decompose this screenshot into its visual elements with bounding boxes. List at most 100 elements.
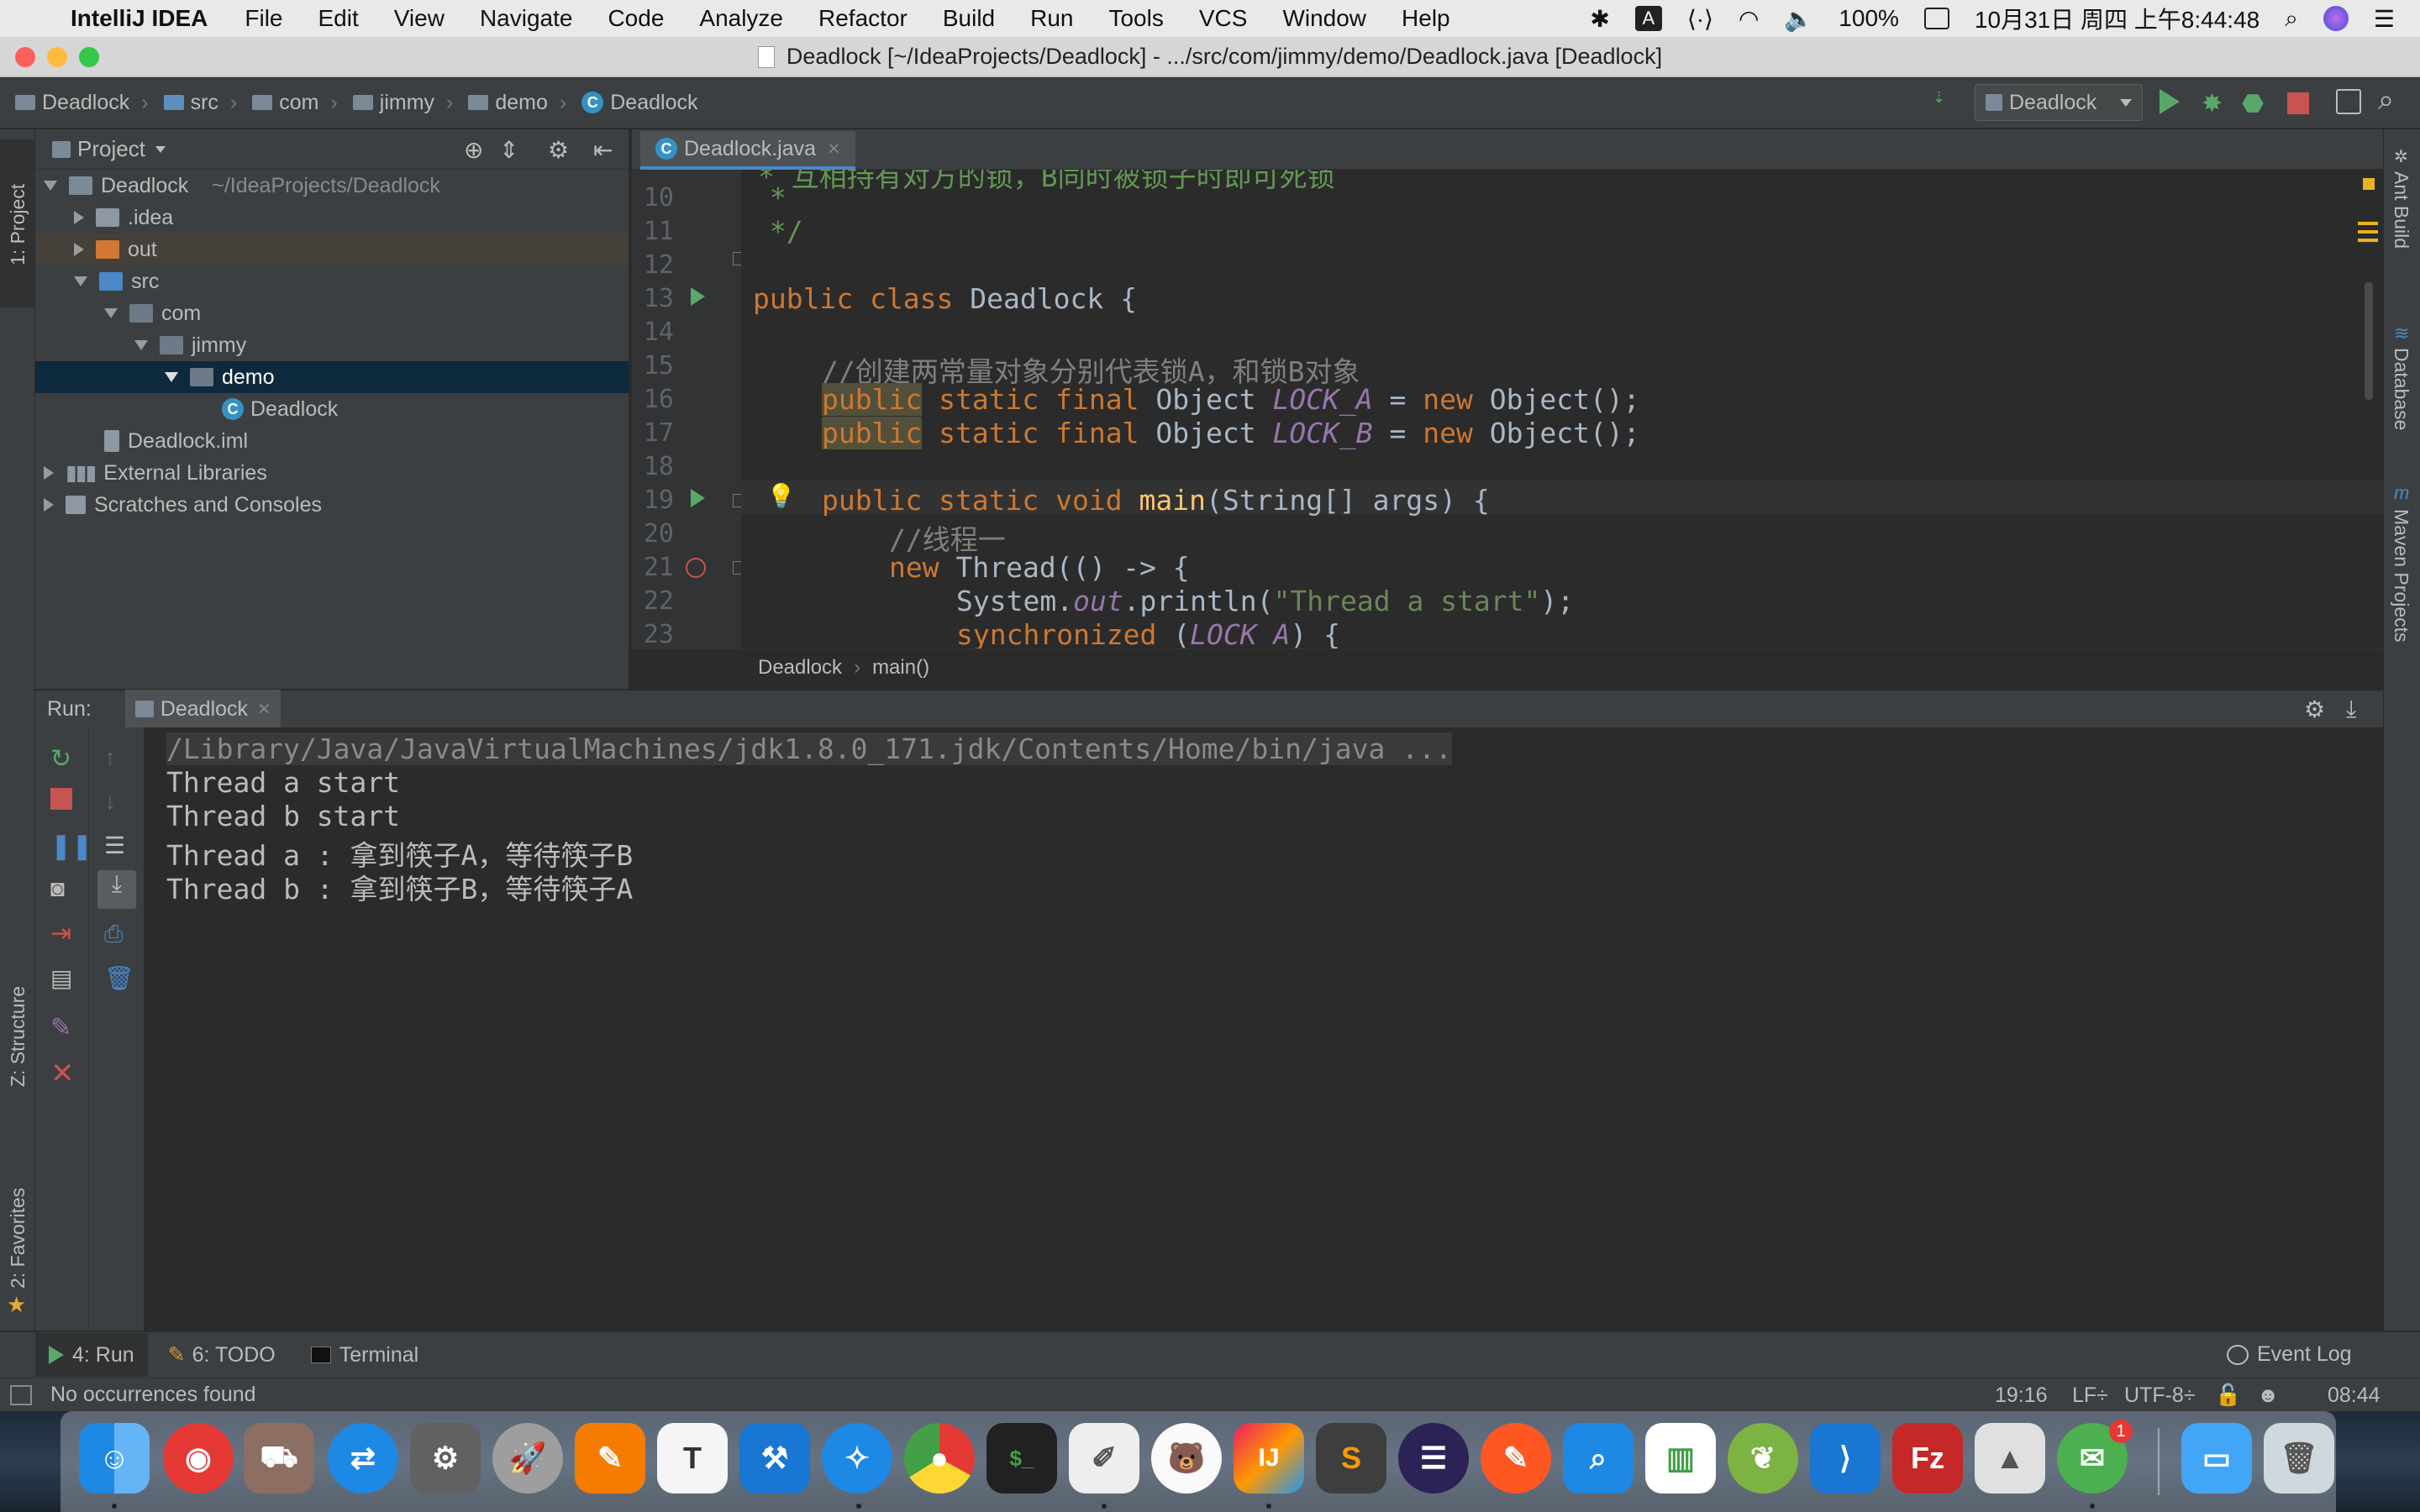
breadcrumb-class[interactable]: Deadlock xyxy=(758,656,842,680)
terminal-tool-tab[interactable]: Terminal xyxy=(310,1343,418,1368)
tree-item-com[interactable]: com xyxy=(35,297,629,329)
search-app-icon[interactable]: ⌕ xyxy=(1563,1423,1634,1494)
menu-view[interactable]: View xyxy=(394,5,445,32)
transmit-icon[interactable]: ⛟ xyxy=(244,1423,314,1494)
tree-item-out[interactable]: out xyxy=(35,234,629,265)
chevron-down-icon[interactable] xyxy=(155,145,166,153)
menu-navigate[interactable]: Navigate xyxy=(480,5,573,32)
project-view-selector[interactable]: Project xyxy=(77,136,145,162)
tree-item-deadlock-class[interactable]: C Deadlock xyxy=(35,393,629,425)
battery-percent[interactable]: 100% xyxy=(1839,5,1899,32)
menu-analyze[interactable]: Analyze xyxy=(699,5,783,32)
notification-center-icon[interactable]: ☰ xyxy=(2374,5,2395,33)
nav-crumb-com[interactable]: com › xyxy=(252,91,338,115)
menu-vcs[interactable]: VCS xyxy=(1199,5,1248,32)
tool-windows-toggle-icon[interactable] xyxy=(10,1384,32,1405)
menu-window[interactable]: Window xyxy=(1282,5,1366,32)
rerun-icon[interactable]: ↻ xyxy=(50,744,74,773)
finder-icon[interactable]: ☺ xyxy=(79,1423,150,1494)
close-tab-icon[interactable]: × xyxy=(258,697,271,722)
nav-crumb-src[interactable]: src › xyxy=(163,91,237,115)
terminal-app-icon[interactable]: $_ xyxy=(986,1423,1057,1494)
breadcrumb-method[interactable]: main() xyxy=(872,656,929,680)
close-icon[interactable]: ✕ xyxy=(50,1057,75,1089)
thread-dump-icon[interactable]: ◙ xyxy=(50,875,74,901)
collapse-arrow-icon[interactable] xyxy=(44,498,54,512)
expand-arrow-icon[interactable] xyxy=(104,308,118,318)
vscode-icon[interactable]: ⟩ xyxy=(1810,1423,1881,1494)
locate-file-icon[interactable]: ⊕ xyxy=(464,136,483,164)
textedit-icon[interactable]: T xyxy=(657,1423,728,1494)
scroll-to-end-icon[interactable]: ⤓ xyxy=(97,870,136,909)
menu-help[interactable]: Help xyxy=(1402,5,1450,32)
teamviewer-icon[interactable]: ⇄ xyxy=(328,1423,398,1494)
input-source-icon[interactable]: A xyxy=(1634,6,1662,31)
lambda-breakpoint-icon[interactable] xyxy=(686,558,706,578)
print-icon[interactable]: ⎙ xyxy=(104,921,128,947)
notes-icon[interactable]: ✐ xyxy=(1069,1423,1139,1494)
filezilla-icon[interactable]: Fz xyxy=(1892,1423,1963,1494)
minimize-window-button[interactable] xyxy=(47,47,67,67)
expand-arrow-icon[interactable] xyxy=(44,181,57,191)
tree-item-src[interactable]: src xyxy=(35,265,629,297)
xcode-icon[interactable]: ⚒ xyxy=(739,1423,810,1494)
tab-deadlock-java[interactable]: C Deadlock.java × xyxy=(640,131,855,170)
menu-run[interactable]: Run xyxy=(1030,5,1073,32)
eclipse-icon[interactable]: ☰ xyxy=(1398,1423,1469,1494)
app-menu[interactable]: IntelliJ IDEA xyxy=(71,5,208,32)
inspector-icon[interactable]: ☻ xyxy=(2257,1383,2279,1408)
console-command-line[interactable]: /Library/Java/JavaVirtualMachines/jdk1.8… xyxy=(166,732,1452,765)
volume-icon[interactable]: 🔈 xyxy=(1784,5,1813,33)
gear-icon[interactable]: ⚙ xyxy=(548,136,569,164)
debug-button[interactable]: ✸ xyxy=(2202,89,2223,118)
collapse-arrow-icon[interactable] xyxy=(74,211,84,224)
expand-arrow-icon[interactable] xyxy=(74,276,87,286)
nav-crumb-class[interactable]: C Deadlock xyxy=(581,91,697,115)
pin-icon[interactable]: ✎ xyxy=(50,1013,74,1042)
tree-item-demo[interactable]: demo xyxy=(35,361,629,393)
code-arrows-icon[interactable]: ⟨·⟩ xyxy=(1687,5,1713,33)
warning-stripe[interactable] xyxy=(2358,239,2378,242)
project-structure-icon[interactable] xyxy=(2336,89,2361,114)
safari-icon[interactable]: ✧ xyxy=(822,1423,892,1494)
trash-icon[interactable]: 🗑 xyxy=(2264,1423,2334,1494)
clock[interactable]: 10月31日 周四 上午8:44:48 xyxy=(1975,2,2260,35)
tree-item-deadlock-project[interactable]: Deadlock ~/IdeaProjects/Deadlock xyxy=(35,170,629,202)
arrow-up-icon[interactable]: ↑ xyxy=(104,744,128,770)
nav-crumb-demo[interactable]: demo › xyxy=(468,91,566,115)
vcs-update-icon[interactable]: ⇣ xyxy=(1933,89,1953,118)
system-preferences-icon[interactable]: ⚙ xyxy=(410,1423,481,1494)
menu-tools[interactable]: Tools xyxy=(1108,5,1163,32)
collapse-arrow-icon[interactable] xyxy=(74,243,84,256)
trash-icon[interactable]: 🗑 xyxy=(104,964,134,991)
project-tool-tab[interactable]: 1: Project xyxy=(0,139,35,307)
sequel-icon[interactable]: ❦ xyxy=(1728,1423,1798,1494)
nav-crumb-project[interactable]: Deadlock › xyxy=(15,91,149,115)
paw-icon[interactable]: ✎ xyxy=(1481,1423,1551,1494)
bear-icon[interactable]: 🐻 xyxy=(1151,1423,1222,1494)
collapse-arrow-icon[interactable] xyxy=(44,466,54,480)
exit-icon[interactable]: ⇥ xyxy=(50,919,74,948)
run-button[interactable] xyxy=(2160,89,2180,114)
stop-icon[interactable] xyxy=(50,788,72,810)
menu-refactor[interactable]: Refactor xyxy=(818,5,908,32)
database-tool-tab[interactable]: Database xyxy=(2390,348,2412,430)
tree-item-scratches[interactable]: Scratches and Consoles xyxy=(35,489,629,521)
lock-icon[interactable]: 🔓 xyxy=(2215,1383,2241,1408)
tree-item-external-libraries[interactable]: ▮▮▮ External Libraries xyxy=(35,457,629,489)
ant-build-tool-tab[interactable]: Ant Build xyxy=(2390,171,2412,249)
menu-build[interactable]: Build xyxy=(943,5,995,32)
run-tab-deadlock[interactable]: Deadlock × xyxy=(124,690,281,728)
pages-icon[interactable]: ✎ xyxy=(575,1423,645,1494)
close-window-button[interactable] xyxy=(15,47,35,67)
favorites-tool-tab[interactable]: 2: Favorites xyxy=(7,1188,29,1289)
hide-panel-icon[interactable]: ⤓ xyxy=(2346,696,2356,723)
nav-crumb-jimmy[interactable]: jimmy › xyxy=(352,91,453,115)
expand-arrow-icon[interactable] xyxy=(165,372,178,382)
line-separator[interactable]: LF÷ xyxy=(2072,1383,2108,1408)
warning-stripe[interactable] xyxy=(2358,230,2378,234)
collapse-all-icon[interactable]: ⇕ xyxy=(499,136,518,164)
maven-tool-tab[interactable]: Maven Projects xyxy=(2390,509,2412,643)
bluetooth-icon[interactable]: ✱ xyxy=(1590,5,1609,33)
run-class-gutter-icon[interactable] xyxy=(691,287,705,306)
